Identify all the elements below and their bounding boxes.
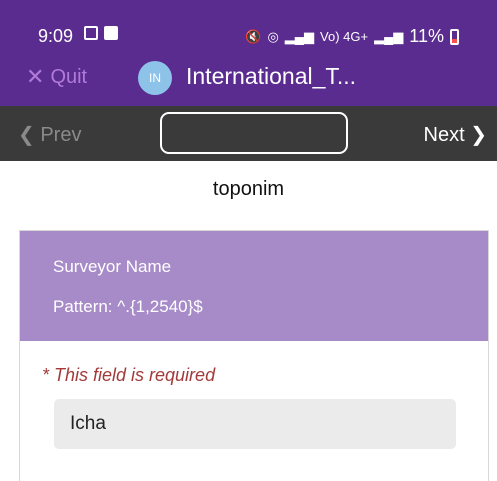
group-title: toponim — [212, 178, 285, 200]
app-header: ✕ Quit IN International_T... — [0, 52, 497, 106]
chevron-left-icon: ❮ — [18, 124, 35, 146]
notification-icons — [84, 26, 118, 40]
checkbox-notification-icon — [104, 26, 118, 40]
next-button[interactable]: Next ❯ — [424, 122, 487, 147]
status-bar: 9:09 🔇 ◎ ▂▄▆ Vo) 4G+ ▂▄▆ 11% — [0, 0, 497, 52]
network-text: Vo) 4G+ — [320, 29, 369, 44]
mute-icon: 🔇 — [245, 28, 262, 44]
chevron-right-icon: ❯ — [470, 124, 487, 146]
gallery-notification-icon — [84, 26, 98, 40]
prev-label: Prev — [40, 124, 82, 146]
hotspot-icon: ◎ — [267, 28, 279, 44]
close-icon: ✕ — [26, 64, 45, 89]
signal-icon: ▂▄▆ — [284, 28, 315, 44]
battery-percent: 11% — [409, 26, 444, 46]
question-hint: Pattern: ^.{1,2540}$ — [53, 297, 203, 316]
system-indicators: 🔇 ◎ ▂▄▆ Vo) 4G+ ▂▄▆ 11% — [245, 26, 459, 47]
navigation-bar: ❮ Prev Next ❯ — [0, 106, 497, 161]
prev-button[interactable]: ❮ Prev — [18, 122, 81, 147]
question-header: Surveyor Name Pattern: ^.{1,2540}$ — [20, 231, 488, 341]
battery-icon — [450, 28, 459, 45]
question-label: Surveyor Name — [53, 257, 172, 276]
form-title: International_T... — [186, 63, 357, 89]
next-label: Next — [423, 124, 465, 146]
required-error: * This field is required — [42, 365, 216, 385]
signal-icon-2: ▂▄▆ — [374, 28, 404, 44]
clock: 9:09 — [38, 26, 74, 46]
quit-label: Quit — [50, 65, 88, 88]
question-card: Surveyor Name Pattern: ^.{1,2540}$ * Thi… — [19, 230, 489, 481]
avatar: IN — [138, 61, 172, 95]
question-jump-input[interactable] — [160, 112, 348, 154]
answer-text-field[interactable] — [54, 399, 456, 449]
quit-button[interactable]: ✕ Quit — [26, 64, 87, 90]
